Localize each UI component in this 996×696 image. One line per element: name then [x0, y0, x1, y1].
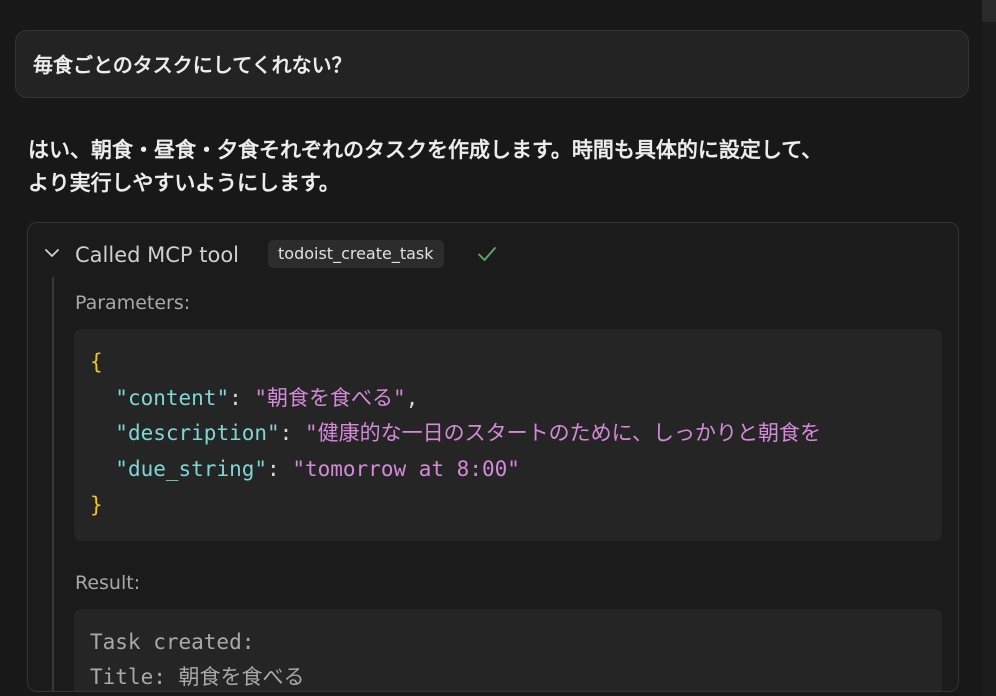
assistant-message: はい、朝食・昼食・夕食それぞれのタスクを作成します。時間も具体的に設定して、 よ…: [28, 134, 958, 200]
user-message-text: 毎食ごとのタスクにしてくれない？: [33, 53, 352, 77]
parameters-label: Parameters:: [75, 292, 191, 314]
json-value: "健康的な一日のスタートのために、しっかりと朝食を: [304, 421, 821, 445]
tool-name-badge: todoist_create_task: [268, 240, 444, 268]
result-line: Task created:: [90, 630, 255, 654]
assistant-message-line: より実行しやすいようにします。: [28, 171, 340, 195]
chat-pane: 毎食ごとのタスクにしてくれない？ はい、朝食・昼食・夕食それぞれのタスクを作成し…: [0, 0, 996, 696]
json-key: "due_string": [115, 457, 268, 481]
json-line-description: "description": "健康的な一日のスタートのために、しっかりと朝食を: [115, 421, 821, 445]
json-key: "description": [115, 421, 280, 445]
scrollbar-track[interactable]: [982, 0, 996, 696]
result-line: Title: 朝食を食べる: [90, 665, 305, 689]
json-close-brace: }: [90, 493, 103, 517]
json-line-due-string: "due_string": "tomorrow at 8:00": [115, 457, 520, 481]
json-line-content: "content": "朝食を食べる",: [115, 386, 419, 410]
assistant-message-line: はい、朝食・昼食・夕食それぞれのタスクを作成します。時間も具体的に設定して、: [28, 138, 823, 162]
chevron-down-icon[interactable]: [42, 243, 62, 263]
user-message-bubble: 毎食ごとのタスクにしてくれない？: [15, 30, 969, 98]
tool-call-status-label[interactable]: Called MCP tool: [75, 241, 239, 269]
result-code-block: Task created: Title: 朝食を食べる: [74, 609, 942, 691]
scrollbar-thumb[interactable]: [982, 0, 996, 22]
json-value: "朝食を食べる": [254, 386, 406, 410]
check-icon: [478, 247, 496, 261]
tool-call-card: Called MCP tool todoist_create_task Para…: [27, 222, 959, 692]
json-value: "tomorrow at 8:00": [292, 457, 520, 481]
tool-call-guide-line: [52, 277, 54, 691]
json-key: "content": [115, 386, 230, 410]
parameters-code-block: { "content": "朝食を食べる", "description": "健…: [74, 329, 942, 541]
result-label: Result:: [75, 572, 141, 594]
json-open-brace: {: [90, 350, 103, 374]
